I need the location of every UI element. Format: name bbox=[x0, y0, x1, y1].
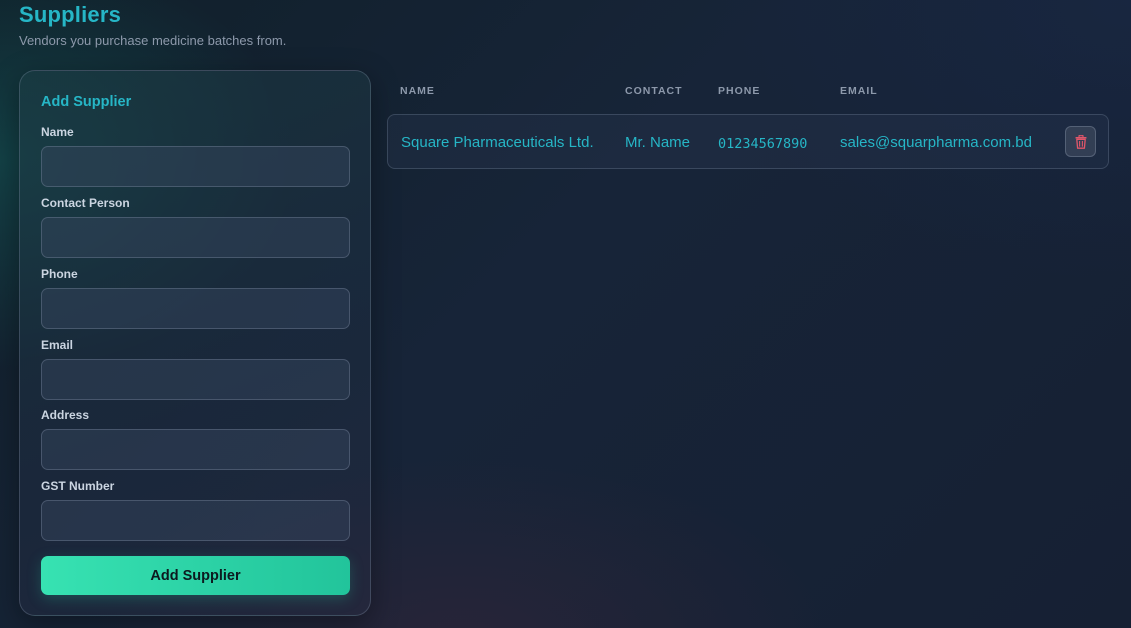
contact-person-input[interactable] bbox=[41, 217, 350, 258]
table-row: Square Pharmaceuticals Ltd. Mr. Name 012… bbox=[387, 114, 1109, 169]
gst-number-input[interactable] bbox=[41, 500, 350, 541]
trash-icon bbox=[1075, 134, 1087, 149]
name-label: Name bbox=[41, 125, 74, 139]
page-subtitle: Vendors you purchase medicine batches fr… bbox=[19, 33, 287, 48]
email-input[interactable] bbox=[41, 359, 350, 400]
table-header: NAME CONTACT PHONE EMAIL bbox=[387, 85, 1109, 99]
column-header-contact: CONTACT bbox=[625, 85, 683, 97]
email-field-group: Email bbox=[41, 338, 350, 400]
column-header-name: NAME bbox=[400, 85, 435, 97]
address-input[interactable] bbox=[41, 429, 350, 470]
address-label: Address bbox=[41, 408, 90, 422]
phone-field-group: Phone bbox=[41, 267, 350, 329]
gst-number-field-group: GST Number bbox=[41, 479, 350, 541]
add-supplier-card: Add Supplier Name Contact Person Phone E… bbox=[19, 70, 371, 616]
supplier-email-cell: sales@squarpharma.com.bd bbox=[840, 134, 1032, 151]
supplier-contact-cell: Mr. Name bbox=[625, 134, 691, 151]
gst-number-label: GST Number bbox=[41, 479, 115, 493]
add-supplier-button[interactable]: Add Supplier bbox=[41, 556, 350, 595]
phone-label: Phone bbox=[41, 267, 78, 281]
name-input[interactable] bbox=[41, 146, 350, 187]
contact-person-label: Contact Person bbox=[41, 196, 130, 210]
phone-input[interactable] bbox=[41, 288, 350, 329]
column-header-phone: PHONE bbox=[718, 85, 761, 97]
column-header-email: EMAIL bbox=[840, 85, 878, 97]
name-field-group: Name bbox=[41, 125, 350, 187]
page-title: Suppliers bbox=[19, 2, 122, 27]
delete-supplier-button[interactable] bbox=[1065, 126, 1096, 157]
form-title: Add Supplier bbox=[41, 94, 132, 110]
address-field-group: Address bbox=[41, 408, 350, 470]
contact-person-field-group: Contact Person bbox=[41, 196, 350, 258]
page-header: Suppliers Vendors you purchase medicine … bbox=[19, 2, 286, 49]
email-label: Email bbox=[41, 338, 74, 352]
supplier-name-cell: Square Pharmaceuticals Ltd. bbox=[401, 134, 594, 151]
supplier-phone-cell: 01234567890 bbox=[718, 136, 808, 152]
